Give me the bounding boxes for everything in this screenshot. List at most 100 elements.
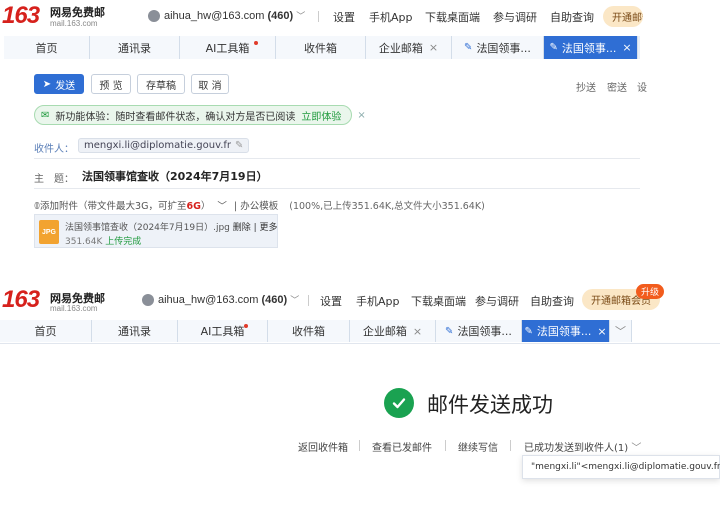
nav-settings[interactable]: 设置: [320, 293, 342, 309]
tab-label: AI工具箱: [205, 41, 250, 55]
back-to-inbox-link[interactable]: 返回收件箱: [298, 439, 348, 454]
logo-163[interactable]: 163: [2, 286, 40, 314]
tab-label: 收件箱: [304, 41, 337, 55]
tab-overflow-chevron-icon[interactable]: ﹀: [610, 320, 632, 342]
file-name-row: 法国领事馆查收（2024年7月19日）.jpg 删除 | 更多: [65, 220, 278, 233]
tab-contacts[interactable]: 通讯录: [92, 320, 178, 342]
divider: [359, 440, 360, 451]
settings-link[interactable]: 设: [637, 79, 647, 94]
unread-count: (460): [261, 294, 288, 306]
close-icon[interactable]: ×: [429, 41, 438, 54]
tab-label: 法国领事...: [457, 325, 512, 338]
cc-link[interactable]: 抄送: [576, 79, 596, 94]
save-draft-button[interactable]: 存草稿: [137, 74, 185, 94]
nav-mobile-app[interactable]: 手机App: [369, 9, 413, 25]
file-actions[interactable]: 删除 | 更多: [233, 223, 278, 233]
tab-compose-active[interactable]: ✎ 法国领事... ×: [522, 320, 610, 342]
send-label: 发送: [55, 80, 76, 92]
add-attachment-link[interactable]: 添加附件（带文件最大3G，可扩至: [40, 201, 186, 212]
divider: [34, 188, 640, 189]
pencil-icon: ✎: [464, 42, 473, 53]
nav-survey[interactable]: 参与调研: [475, 293, 519, 309]
divider: [318, 11, 319, 22]
tab-compose-1[interactable]: ✎ 法国领事...: [436, 320, 522, 342]
nav-survey[interactable]: 参与调研: [493, 9, 537, 25]
subject-field[interactable]: 法国领事馆查收（2024年7月19日）: [82, 168, 268, 184]
cancel-button[interactable]: 取 消: [191, 74, 229, 94]
account-email: aihua_hw@163.com: [164, 10, 265, 22]
office-template-link[interactable]: 办公模板: [240, 201, 278, 212]
nav-mobile-app[interactable]: 手机App: [356, 293, 400, 309]
attachment-row: 𝟘添加附件（带文件最大3G，可扩至6G） ﹀ | 办公模板 (100%,已上传3…: [34, 201, 485, 212]
pencil-icon: ✎: [445, 325, 454, 337]
mail-icon: ✉: [41, 109, 50, 121]
vip-button[interactable]: 开通邮箱: [603, 6, 643, 27]
recipient-popup: "mengxi.li"<mengxi.li@diplomatie.gouv.fr…: [522, 455, 720, 479]
divider: [510, 440, 511, 451]
recipient-address: mengxi.li@diplomatie.gouv.fr: [84, 140, 232, 151]
tab-compose-active[interactable]: ✎ 法国领事... ×: [544, 36, 638, 59]
tab-inbox[interactable]: 收件箱: [268, 320, 350, 342]
upgrade-badge[interactable]: 升级: [636, 284, 665, 299]
nav-self-service[interactable]: 自助查询: [550, 9, 594, 25]
chevron-down-icon: ﹀: [290, 295, 300, 305]
feature-banner: ✉ 新功能体验：随时查看邮件状态，确认对方是否已阅读 立即体验 ×: [34, 105, 366, 125]
tab-inbox[interactable]: 收件箱: [276, 36, 366, 59]
nav-self-service[interactable]: 自助查询: [530, 293, 574, 309]
nav-settings[interactable]: 设置: [333, 9, 355, 25]
edit-icon[interactable]: ✎: [235, 140, 243, 151]
avatar[interactable]: [148, 10, 160, 22]
tab-bar: 首页 通讯录 AI工具箱 收件箱 企业邮箱 × ✎ 法国领事... ✎ 法国领事...…: [4, 36, 640, 59]
recipient-label: 收件人：: [34, 144, 74, 155]
close-icon[interactable]: ×: [413, 325, 422, 338]
tab-enterprise-mail[interactable]: 企业邮箱 ×: [350, 320, 436, 342]
tab-ai-tools[interactable]: AI工具箱: [180, 36, 276, 59]
tab-bar: 首页 通讯录 AI工具箱 收件箱 企业邮箱 × ✎ 法国领事... ✎ 法国领事...…: [0, 320, 632, 342]
attach-suffix: ）: [200, 201, 211, 212]
bcc-link[interactable]: 密送: [607, 79, 627, 94]
tab-home[interactable]: 首页: [0, 320, 92, 342]
tab-label: 法国领事...: [536, 325, 592, 338]
jpg-file-icon: JPG: [39, 220, 59, 244]
nav-desktop-download[interactable]: 下载桌面端: [411, 293, 466, 309]
attachment-card: JPG 法国领事馆查收（2024年7月19日）.jpg 删除 | 更多 351.…: [34, 214, 278, 248]
logo-domain: mail.163.com: [50, 19, 98, 28]
tab-home[interactable]: 首页: [4, 36, 90, 59]
banner-text: 新功能体验：随时查看邮件状态，确认对方是否已阅读: [55, 111, 296, 123]
logo-domain: mail.163.com: [50, 304, 98, 313]
file-size: 351.64K: [65, 237, 103, 247]
file-status-row: 351.64K 上传完成: [65, 234, 141, 247]
sent-recipients-dropdown[interactable]: 已成功发送到收件人(1) ﹀: [524, 439, 641, 454]
account-menu[interactable]: aihua_hw@163.com (460) ﹀: [158, 293, 299, 306]
continue-writing-link[interactable]: 继续写信: [458, 439, 498, 454]
tab-label: AI工具箱: [200, 325, 245, 338]
subject-label: 主 题：: [34, 174, 74, 185]
account-email: aihua_hw@163.com: [158, 294, 259, 306]
recipient-chip[interactable]: mengxi.li@diplomatie.gouv.fr ✎: [78, 138, 250, 153]
nav-desktop-download[interactable]: 下载桌面端: [425, 9, 480, 25]
tab-ai-tools[interactable]: AI工具箱: [178, 320, 268, 342]
upload-complete: 上传完成: [105, 237, 142, 247]
view-sent-link[interactable]: 查看已发邮件: [372, 439, 432, 454]
chevron-down-icon[interactable]: ﹀: [217, 201, 227, 212]
close-icon[interactable]: ×: [622, 41, 631, 54]
tab-label: 通讯录: [118, 41, 151, 55]
preview-button[interactable]: 预 览: [91, 74, 131, 94]
close-icon[interactable]: ×: [357, 110, 365, 121]
tab-compose-1[interactable]: ✎ 法国领事...: [452, 36, 544, 59]
close-icon[interactable]: ×: [597, 325, 606, 338]
attach-limit: 6G: [186, 201, 201, 212]
tab-label: 企业邮箱: [362, 325, 407, 338]
avatar[interactable]: [142, 294, 154, 306]
tab-contacts[interactable]: 通讯录: [90, 36, 180, 59]
try-now-link[interactable]: 立即体验: [301, 108, 341, 123]
success-message: 邮件发送成功: [427, 393, 553, 417]
tab-label: 通讯录: [118, 325, 151, 338]
account-menu[interactable]: aihua_hw@163.com (460) ﹀: [164, 9, 305, 22]
checkmark-icon: [384, 388, 414, 418]
logo-163[interactable]: 163: [2, 2, 40, 30]
tab-label: 首页: [35, 41, 58, 55]
tab-enterprise-mail[interactable]: 企业邮箱 ×: [366, 36, 452, 59]
pencil-icon: ✎: [549, 42, 558, 53]
send-button[interactable]: ➤ 发送: [34, 74, 84, 94]
